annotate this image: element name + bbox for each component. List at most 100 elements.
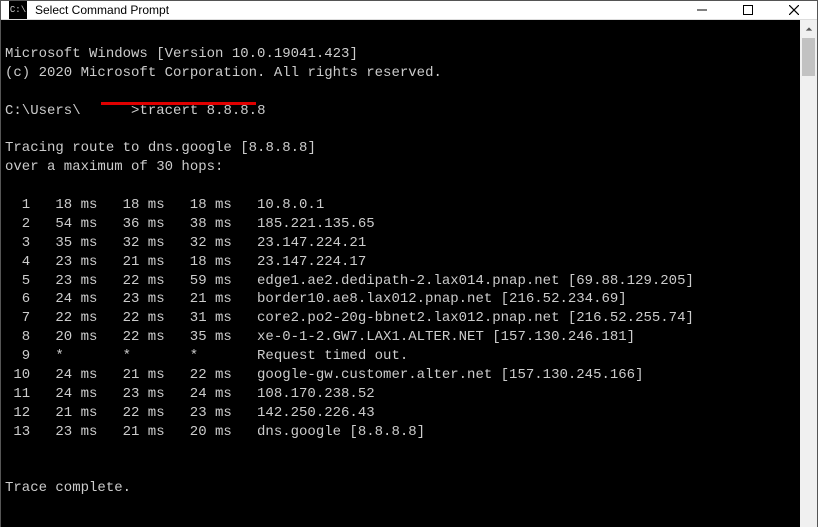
trace-hop-row: 1221 ms22 ms23 ms 142.250.226.43	[5, 404, 796, 423]
scrollbar-thumb[interactable]	[802, 38, 815, 76]
titlebar[interactable]: C:\ Select Command Prompt	[1, 1, 817, 20]
hop-time-1: *	[30, 347, 97, 366]
hop-time-2: 22 ms	[97, 404, 164, 423]
window-controls	[679, 1, 817, 19]
hop-number: 5	[5, 272, 30, 291]
hop-time-3: 23 ms	[165, 404, 232, 423]
hop-time-1: 24 ms	[30, 290, 97, 309]
window-title: Select Command Prompt	[35, 3, 679, 17]
maximize-button[interactable]	[725, 1, 771, 19]
trace-heading-1: Tracing route to dns.google [8.8.8.8]	[5, 140, 316, 156]
hop-time-1: 23 ms	[30, 272, 97, 291]
close-button[interactable]	[771, 1, 817, 19]
trace-hop-row: 1124 ms23 ms24 ms 108.170.238.52	[5, 385, 796, 404]
hop-spacer	[232, 366, 257, 385]
hop-time-1: 22 ms	[30, 309, 97, 328]
minimize-button[interactable]	[679, 1, 725, 19]
hop-host: 10.8.0.1	[257, 196, 324, 215]
trace-heading-2: over a maximum of 30 hops:	[5, 159, 223, 175]
hop-time-2: 22 ms	[97, 309, 164, 328]
trace-hop-list: 118 ms18 ms18 ms 10.8.0.1254 ms36 ms38 m…	[5, 196, 796, 442]
hop-number: 9	[5, 347, 30, 366]
hop-time-2: 32 ms	[97, 234, 164, 253]
vertical-scrollbar[interactable]	[800, 20, 817, 527]
hop-spacer	[232, 272, 257, 291]
hop-time-2: 18 ms	[97, 196, 164, 215]
trace-hop-row: 1024 ms21 ms22 ms google-gw.customer.alt…	[5, 366, 796, 385]
hop-time-2: 21 ms	[97, 253, 164, 272]
hop-time-2: 21 ms	[97, 423, 164, 442]
hop-time-1: 21 ms	[30, 404, 97, 423]
hop-time-3: 18 ms	[165, 196, 232, 215]
hop-number: 13	[5, 423, 30, 442]
hop-number: 10	[5, 366, 30, 385]
hop-number: 8	[5, 328, 30, 347]
trace-hop-row: 254 ms36 ms38 ms 185.221.135.65	[5, 215, 796, 234]
hop-time-2: 22 ms	[97, 328, 164, 347]
command-underline-annotation	[101, 102, 256, 105]
hop-spacer	[232, 423, 257, 442]
hop-time-3: 32 ms	[165, 234, 232, 253]
trace-hop-row: 9* * * Request timed out.	[5, 347, 796, 366]
hop-host: Request timed out.	[257, 347, 408, 366]
trace-hop-row: 523 ms22 ms59 ms edge1.ae2.dedipath-2.la…	[5, 272, 796, 291]
hop-time-1: 24 ms	[30, 366, 97, 385]
trace-hop-row: 820 ms22 ms35 ms xe-0-1-2.GW7.LAX1.ALTER…	[5, 328, 796, 347]
hop-time-3: 35 ms	[165, 328, 232, 347]
hop-spacer	[232, 196, 257, 215]
hop-host: edge1.ae2.dedipath-2.lax014.pnap.net [69…	[257, 272, 694, 291]
hop-number: 2	[5, 215, 30, 234]
hop-time-1: 23 ms	[30, 253, 97, 272]
hop-host: border10.ae8.lax012.pnap.net [216.52.234…	[257, 290, 627, 309]
prompt-path-prefix: C:\Users\	[5, 103, 81, 119]
trace-hop-row: 722 ms22 ms31 ms core2.po2-20g-bbnet2.la…	[5, 309, 796, 328]
hop-spacer	[232, 404, 257, 423]
hop-time-3: 22 ms	[165, 366, 232, 385]
hop-host: xe-0-1-2.GW7.LAX1.ALTER.NET [157.130.246…	[257, 328, 635, 347]
hop-host: core2.po2-20g-bbnet2.lax012.pnap.net [21…	[257, 309, 694, 328]
hop-time-3: 38 ms	[165, 215, 232, 234]
hop-spacer	[232, 215, 257, 234]
hop-spacer	[232, 328, 257, 347]
hop-spacer	[232, 234, 257, 253]
command-prompt-window: C:\ Select Command Prompt Microsoft Wind…	[0, 0, 818, 527]
hop-time-3: 59 ms	[165, 272, 232, 291]
hop-spacer	[232, 385, 257, 404]
hop-spacer	[232, 290, 257, 309]
hop-number: 1	[5, 196, 30, 215]
trace-hop-row: 423 ms21 ms18 ms 23.147.224.17	[5, 253, 796, 272]
hop-time-2: 36 ms	[97, 215, 164, 234]
hop-time-3: 20 ms	[165, 423, 232, 442]
hop-time-1: 35 ms	[30, 234, 97, 253]
hop-host: 108.170.238.52	[257, 385, 375, 404]
hop-time-3: 21 ms	[165, 290, 232, 309]
hop-time-2: 22 ms	[97, 272, 164, 291]
trace-complete: Trace complete.	[5, 480, 131, 496]
hop-host: dns.google [8.8.8.8]	[257, 423, 425, 442]
scrollbar-up-arrow-icon[interactable]	[800, 20, 817, 37]
hop-number: 3	[5, 234, 30, 253]
trace-hop-row: 624 ms23 ms21 ms border10.ae8.lax012.pna…	[5, 290, 796, 309]
hop-host: 142.250.226.43	[257, 404, 375, 423]
hop-host: 23.147.224.21	[257, 234, 366, 253]
hop-host: google-gw.customer.alter.net [157.130.24…	[257, 366, 643, 385]
hop-time-2: *	[97, 347, 164, 366]
terminal-output[interactable]: Microsoft Windows [Version 10.0.19041.42…	[1, 20, 800, 527]
hop-number: 12	[5, 404, 30, 423]
hop-time-2: 21 ms	[97, 366, 164, 385]
hop-number: 6	[5, 290, 30, 309]
hop-time-1: 54 ms	[30, 215, 97, 234]
hop-host: 185.221.135.65	[257, 215, 375, 234]
hop-number: 4	[5, 253, 30, 272]
trace-hop-row: 118 ms18 ms18 ms 10.8.0.1	[5, 196, 796, 215]
hop-time-1: 18 ms	[30, 196, 97, 215]
cmd-icon: C:\	[9, 1, 27, 19]
hop-time-2: 23 ms	[97, 385, 164, 404]
hop-time-1: 20 ms	[30, 328, 97, 347]
trace-hop-row: 1323 ms21 ms20 ms dns.google [8.8.8.8]	[5, 423, 796, 442]
copyright-line: (c) 2020 Microsoft Corporation. All righ…	[5, 65, 442, 81]
hop-time-3: 31 ms	[165, 309, 232, 328]
hop-time-1: 23 ms	[30, 423, 97, 442]
hop-time-3: *	[165, 347, 232, 366]
hop-spacer	[232, 347, 257, 366]
